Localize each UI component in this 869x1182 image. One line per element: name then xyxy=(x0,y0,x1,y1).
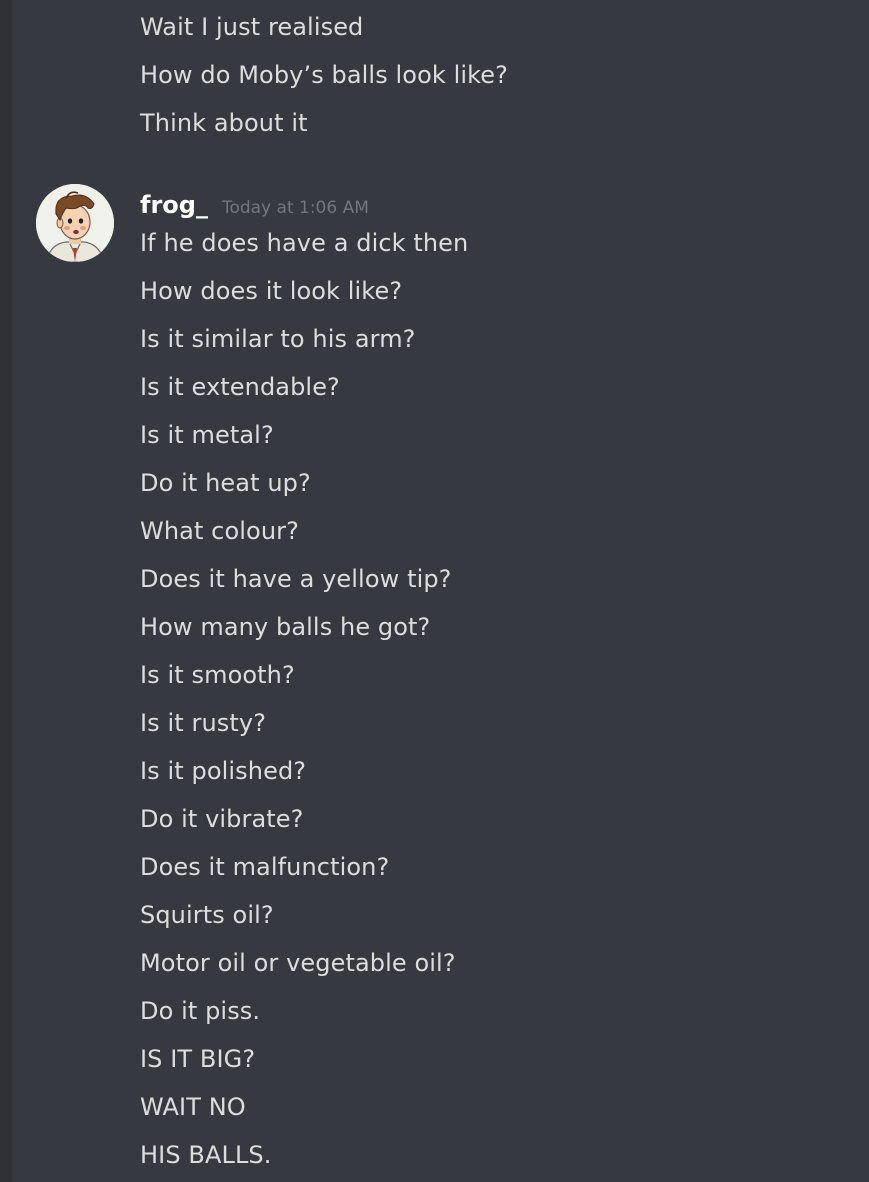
message-line: If he does have a dick then xyxy=(140,229,469,257)
channel-sidebar-edge xyxy=(0,0,12,1182)
message-line: Do it heat up? xyxy=(140,469,311,497)
message-timestamp: Today at 1:06 AM xyxy=(221,198,369,218)
message-line: HIS BALLS. xyxy=(140,1141,272,1169)
message-line: WAIT NO xyxy=(140,1093,246,1121)
message-line: Is it polished? xyxy=(140,757,307,785)
message-line: What colour? xyxy=(140,517,299,545)
message-line: Think about it xyxy=(140,109,308,137)
author-name[interactable]: frog_ xyxy=(140,191,208,219)
message-line: Is it rusty? xyxy=(140,709,267,737)
message-line: Does it have a yellow tip? xyxy=(140,565,452,593)
message-line: How does it look like? xyxy=(140,277,403,305)
message-line: How many balls he got? xyxy=(140,613,431,641)
message-line: Motor oil or vegetable oil? xyxy=(140,949,456,977)
message-line: Do it piss. xyxy=(140,997,261,1025)
message-line: Does it malfunction? xyxy=(140,853,390,881)
message-line: Wait I just realised xyxy=(140,13,364,41)
message-line: Do it vibrate? xyxy=(140,805,304,833)
message-line: Is it extendable? xyxy=(140,373,340,401)
message-line: Squirts oil? xyxy=(140,901,274,929)
chat-messages: Wait I just realised How do Moby’s balls… xyxy=(12,0,869,1182)
message-line: How do Moby’s balls look like? xyxy=(140,61,508,89)
message-line: IS IT BIG? xyxy=(140,1045,256,1073)
user-avatar[interactable] xyxy=(36,184,114,262)
message-line: Is it similar to his arm? xyxy=(140,325,416,353)
cartoon-man-avatar-icon xyxy=(36,184,114,262)
message-line: Is it smooth? xyxy=(140,661,295,689)
message-line: Is it metal? xyxy=(140,421,274,449)
message-header: frog_ Today at 1:06 AM xyxy=(140,186,369,224)
